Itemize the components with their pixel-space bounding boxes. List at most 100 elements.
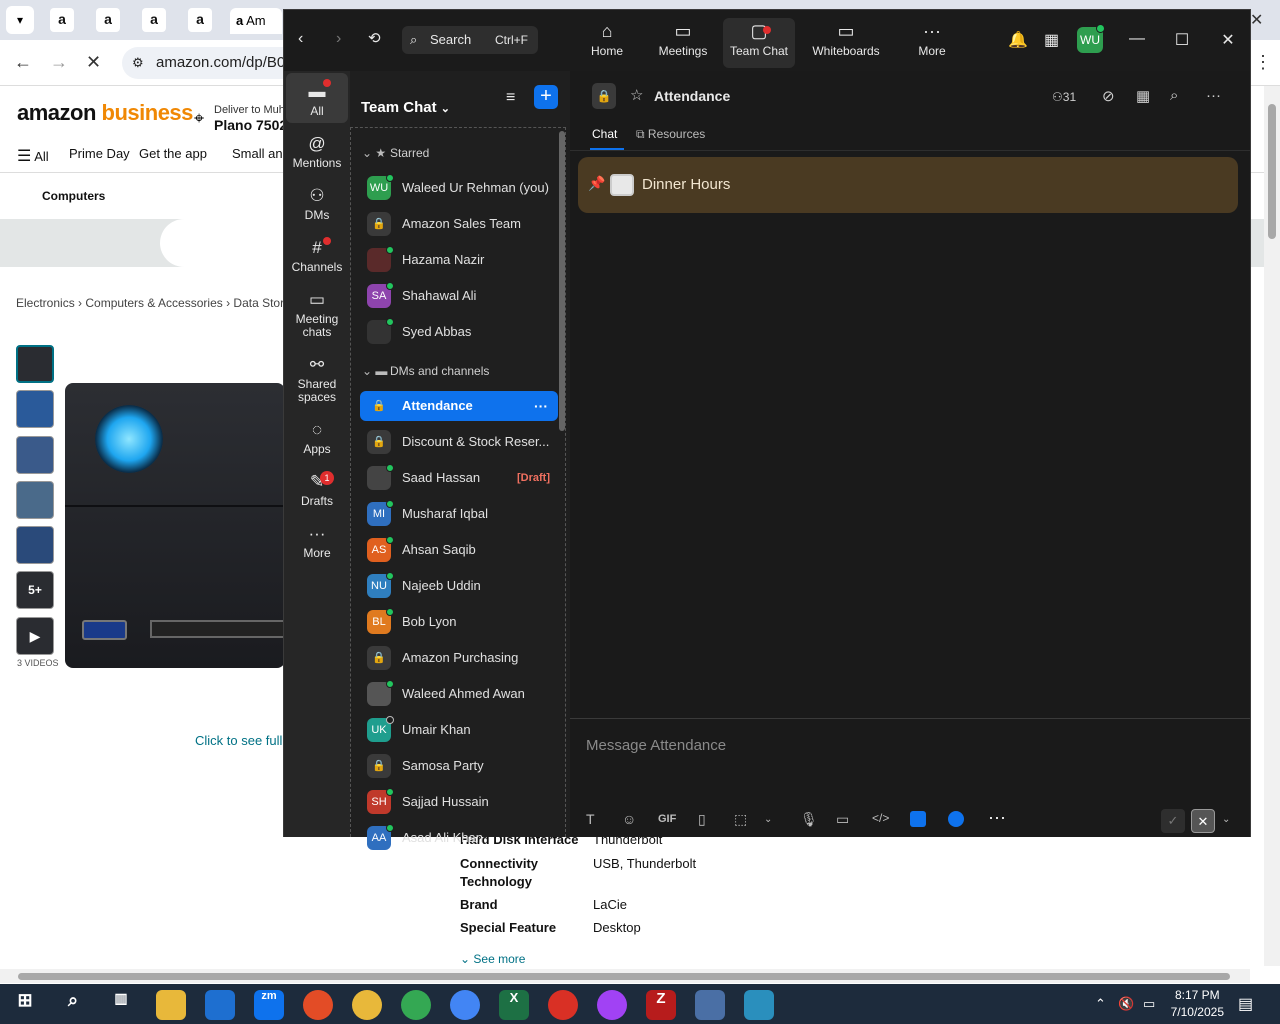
list-item[interactable]: NU Najeeb Uddin (360, 571, 558, 601)
search-input[interactable]: ⌕ Search Ctrl+F (402, 26, 538, 54)
calendar-icon[interactable]: ▦ (1136, 87, 1150, 105)
scroll-thumb[interactable] (1268, 104, 1276, 239)
list-item[interactable]: Waleed Ahmed Awan (360, 679, 558, 709)
send-icon[interactable]: ✓ (1161, 809, 1185, 833)
filter-icon[interactable]: ≡ (506, 89, 515, 107)
nav-shared-spaces[interactable]: ⚯ Shared spaces (286, 352, 348, 404)
list-item[interactable]: 🔒 Amazon Purchasing (360, 643, 558, 673)
chrome-profile-icon[interactable] (597, 990, 627, 1020)
channel-title[interactable]: Attendance (654, 88, 730, 104)
calendar-icon[interactable]: ▦ (1044, 30, 1059, 50)
windows-start-icon[interactable]: ⊞ (10, 990, 40, 1020)
app-icon[interactable] (744, 990, 774, 1020)
tab-whiteboards[interactable]: ▭ Whiteboards (808, 18, 884, 68)
task-view-icon[interactable]: ▥ (106, 990, 136, 1020)
menu-dots-icon[interactable]: ⋮ (1254, 52, 1272, 73)
new-chat-button[interactable]: + (534, 85, 558, 109)
microphone-icon[interactable]: 🎙 (800, 811, 818, 828)
list-item[interactable]: AA Asad Ali Khan (360, 823, 558, 853)
see-more-link[interactable]: ⌄ See more (460, 952, 525, 966)
zoom-integration-icon[interactable] (948, 811, 964, 827)
list-item[interactable]: 🔒 Discount & Stock Reser... (360, 427, 558, 457)
stop-icon[interactable]: ✕ (86, 52, 101, 73)
product-thumbnail[interactable] (16, 390, 54, 428)
nav-mentions[interactable]: @ Mentions (286, 131, 348, 170)
scroll-thumb[interactable] (18, 973, 1230, 980)
nav-prime-day[interactable]: Prime Day (69, 146, 130, 161)
url-bar[interactable]: ⚙ amazon.com/dp/B09 (122, 47, 302, 79)
back-icon[interactable]: ‹ (298, 30, 303, 48)
code-icon[interactable]: </> (872, 811, 889, 825)
file-icon[interactable]: ▯ (698, 811, 706, 828)
text-format-icon[interactable]: T (586, 811, 595, 827)
list-item[interactable]: SA Shahawal Ali (360, 281, 558, 311)
video-off-icon[interactable]: ⊘ (1102, 87, 1115, 105)
chevron-down-icon[interactable]: ⌄ (764, 814, 772, 825)
list-item[interactable]: Hazama Nazir (360, 245, 558, 275)
tab-resources[interactable]: ⧉ Resources (636, 127, 705, 142)
network-icon[interactable]: ▭ (1143, 996, 1155, 1012)
product-thumbnail[interactable] (16, 436, 54, 474)
tab-chat[interactable]: Chat (592, 127, 617, 141)
tab-more[interactable]: ··· More (910, 18, 954, 68)
list-item[interactable]: 🔒 Attendance ··· (360, 391, 558, 421)
search-icon[interactable]: ⌕ (58, 990, 88, 1020)
excel-icon[interactable]: X (499, 990, 529, 1020)
list-item[interactable]: UK Umair Khan (360, 715, 558, 745)
nav-meeting-chats[interactable]: ▭ Meeting chats (286, 287, 348, 339)
product-thumbnail[interactable] (16, 526, 54, 564)
list-item[interactable]: 🔒 Amazon Sales Team (360, 209, 558, 239)
chevron-down-icon[interactable]: ⌄ (1222, 814, 1230, 825)
list-item[interactable]: SH Sajjad Hussain (360, 787, 558, 817)
calculator-icon[interactable] (695, 990, 725, 1020)
close-icon[interactable]: ✕ (1218, 30, 1238, 50)
filezilla-icon[interactable]: Z (646, 990, 676, 1020)
cancel-icon[interactable]: ✕ (1191, 809, 1215, 833)
nav-all[interactable]: ▬ All (286, 73, 348, 123)
screenshot-icon[interactable]: ⬚ (734, 811, 747, 828)
close-icon[interactable]: ✕ (1250, 10, 1263, 30)
maximize-icon[interactable]: ☐ (1172, 30, 1192, 50)
deliver-to-label[interactable]: Deliver to Muh (214, 104, 285, 116)
star-icon[interactable]: ☆ (630, 86, 643, 104)
chevron-up-icon[interactable]: ⌃ (1095, 996, 1106, 1012)
product-thumbnail[interactable] (16, 481, 54, 519)
delivery-location[interactable]: Plano 7502 (214, 117, 287, 133)
nav-channels[interactable]: # Channels (286, 235, 348, 274)
browser-tab-active[interactable]: a Am (230, 8, 282, 34)
nav-small-business[interactable]: Small and (232, 146, 290, 161)
list-item[interactable]: WU Waleed Ur Rehman (you) (360, 173, 558, 203)
list-item[interactable]: BL Bob Lyon (360, 607, 558, 637)
product-thumbnail[interactable] (16, 345, 54, 383)
history-icon[interactable]: ⟲ (368, 29, 381, 47)
list-item[interactable]: AS Ahsan Saqib (360, 535, 558, 565)
message-input[interactable]: Message Attendance (586, 737, 726, 754)
more-images-thumbnail[interactable]: 5+ (16, 571, 54, 609)
volume-muted-icon[interactable]: 🔇 (1118, 996, 1134, 1012)
tab-list-dropdown[interactable]: ▾ (6, 6, 34, 34)
browser-tab[interactable]: a (188, 8, 212, 32)
see-full-view-link[interactable]: Click to see full v (195, 733, 293, 748)
gif-icon[interactable]: GIF (658, 813, 676, 825)
file-explorer-icon[interactable] (156, 990, 186, 1020)
video-thumbnail[interactable]: ▶ (16, 617, 54, 655)
chrome-profile-icon[interactable] (548, 990, 578, 1020)
nav-drafts[interactable]: ✎ Drafts 1 (286, 469, 348, 508)
chrome-profile-icon[interactable] (401, 990, 431, 1020)
nav-apps[interactable]: ◌ Apps (286, 417, 348, 456)
list-item[interactable]: MI Musharaf Iqbal (360, 499, 558, 529)
tab-team-chat[interactable]: ▢ Team Chat (723, 18, 795, 68)
browser-tab[interactable]: a (50, 8, 74, 32)
tab-meetings[interactable]: ▭ Meetings (652, 18, 714, 68)
forward-icon[interactable]: → (50, 52, 68, 73)
more-tools-icon[interactable]: ··· (988, 807, 1006, 828)
list-scrollbar[interactable] (559, 131, 565, 431)
browser-tab[interactable]: a (142, 8, 166, 32)
list-item[interactable]: Syed Abbas (360, 317, 558, 347)
nav-dms[interactable]: ⚇ DMs (286, 183, 348, 222)
nav-more[interactable]: ··· More (286, 521, 348, 560)
breadcrumb[interactable]: Electronics › Computers & Accessories › … (16, 296, 304, 310)
chrome-profile-icon[interactable] (450, 990, 480, 1020)
nav-all[interactable]: ☰ All (17, 146, 49, 166)
nav-get-app[interactable]: Get the app (139, 146, 207, 161)
